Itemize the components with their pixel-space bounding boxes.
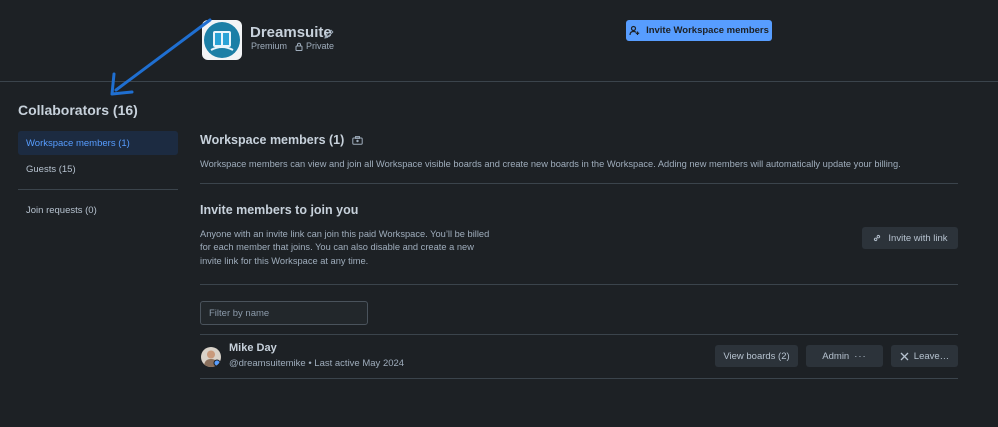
members-title-text: Workspace members (1) bbox=[200, 133, 345, 147]
visibility-label: Private bbox=[306, 41, 335, 51]
sidebar-item-join-requests[interactable]: Join requests (0) bbox=[18, 198, 178, 222]
role-dropdown-button[interactable]: Admin ··· bbox=[806, 345, 883, 367]
invite-button-label: Invite Workspace members bbox=[646, 25, 769, 36]
workspace-name: Dreamsuite bbox=[250, 24, 332, 41]
divider bbox=[200, 378, 958, 379]
invite-description: Anyone with an invite link can join this… bbox=[200, 228, 489, 268]
edit-icon[interactable] bbox=[323, 28, 335, 40]
plan-label: Premium bbox=[251, 41, 288, 51]
invite-link-label: Invite with link bbox=[888, 232, 948, 244]
members-description: Workspace members can view and join all … bbox=[200, 159, 901, 169]
add-person-icon bbox=[629, 25, 640, 36]
collaborators-title: Collaborators (16) bbox=[18, 102, 138, 118]
member-meta: @dreamsuitemike • Last active May 2024 bbox=[229, 358, 405, 369]
sidebar-item-guests[interactable]: Guests (15) bbox=[18, 157, 178, 181]
leave-label: Leave… bbox=[913, 350, 950, 362]
filter-by-name-input[interactable] bbox=[200, 301, 368, 325]
member-name: Mike Day bbox=[229, 342, 277, 354]
info-badge-icon[interactable] bbox=[352, 135, 363, 145]
divider bbox=[200, 183, 958, 184]
divider bbox=[200, 334, 958, 335]
invite-section-title: Invite members to join you bbox=[200, 203, 359, 217]
divider bbox=[200, 284, 958, 285]
workspace-meta: Premium Private bbox=[251, 41, 334, 51]
invite-desc-line: invite link for this Workspace at any ti… bbox=[200, 255, 369, 266]
annotation-arrow bbox=[110, 18, 212, 96]
more-icon: ··· bbox=[854, 350, 867, 362]
invite-desc-line: Anyone with an invite link can join this… bbox=[200, 229, 490, 239]
avatar[interactable] bbox=[201, 347, 221, 367]
lock-icon bbox=[295, 42, 303, 51]
invite-workspace-members-button[interactable]: Invite Workspace members bbox=[626, 20, 772, 41]
view-boards-label: View boards (2) bbox=[723, 350, 790, 362]
members-section-title: Workspace members (1) bbox=[200, 133, 363, 147]
view-boards-button[interactable]: View boards (2) bbox=[715, 345, 798, 367]
sidebar-item-workspace-members[interactable]: Workspace members (1) bbox=[18, 131, 178, 155]
close-icon bbox=[900, 352, 909, 360]
invite-desc-line: for each member that joins. You can also… bbox=[200, 242, 474, 253]
invite-with-link-button[interactable]: Invite with link bbox=[862, 227, 958, 249]
sidebar-divider bbox=[18, 189, 178, 190]
link-icon bbox=[874, 234, 881, 242]
leave-button[interactable]: Leave… bbox=[891, 345, 958, 367]
role-label: Admin bbox=[822, 350, 850, 362]
